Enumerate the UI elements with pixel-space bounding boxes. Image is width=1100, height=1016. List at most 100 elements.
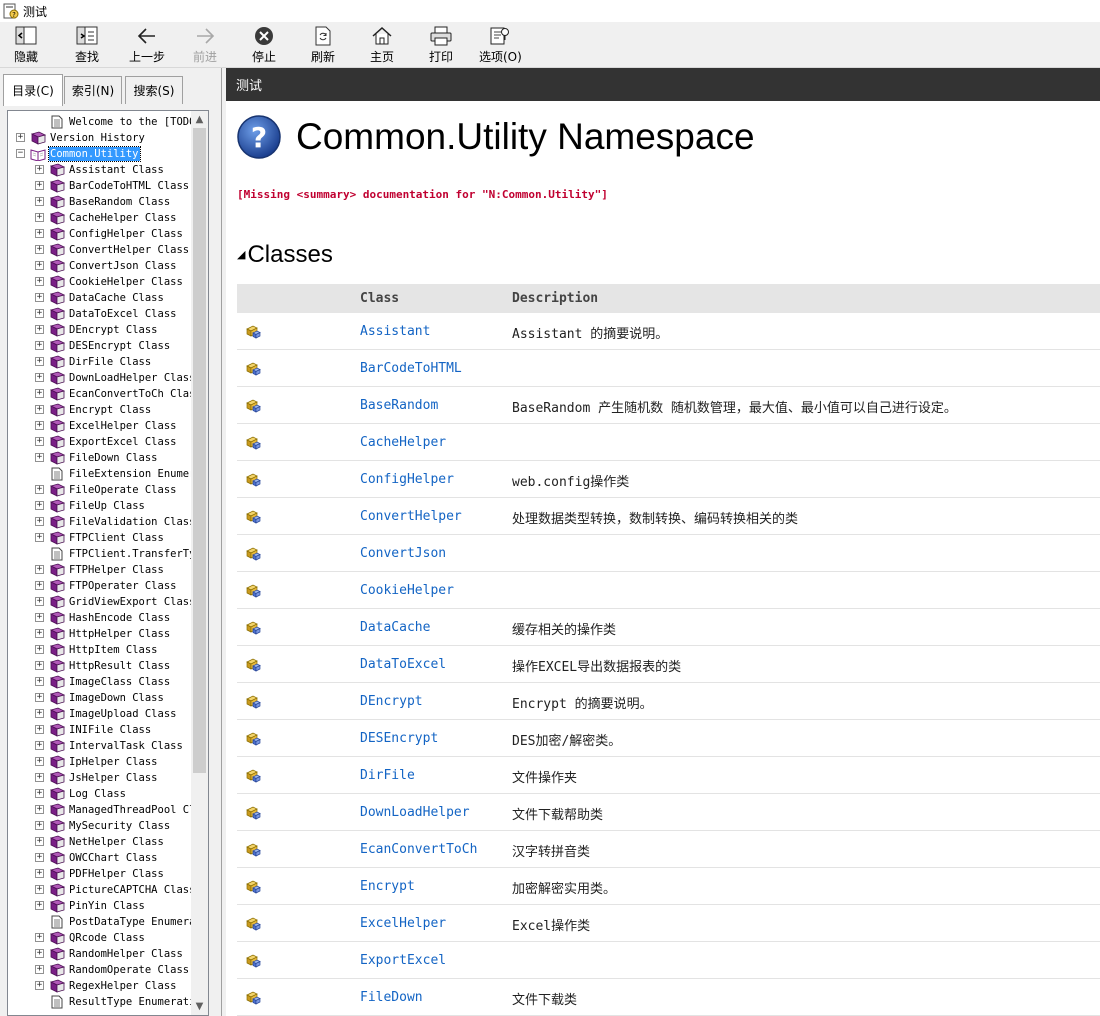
expand-node-icon[interactable]: +	[35, 165, 44, 174]
expand-node-icon[interactable]: +	[35, 181, 44, 190]
expand-node-icon[interactable]: +	[35, 677, 44, 686]
expand-node-icon[interactable]: +	[35, 933, 44, 942]
class-link[interactable]: EcanConvertToCh	[360, 842, 477, 857]
expand-node-icon[interactable]: +	[35, 357, 44, 366]
expand-node-icon[interactable]: +	[35, 597, 44, 606]
expand-node-icon[interactable]: +	[35, 261, 44, 270]
class-link[interactable]: DataCache	[360, 620, 430, 635]
tree-item[interactable]: + ImageDown Class	[8, 690, 192, 706]
expand-node-icon[interactable]: +	[35, 757, 44, 766]
tree-item[interactable]: + DataCache Class	[8, 290, 192, 306]
class-link[interactable]: Encrypt	[360, 879, 415, 894]
forward-button[interactable]: 前进	[193, 25, 217, 65]
locate-button[interactable]: 查找	[75, 25, 99, 65]
tree-item[interactable]: + FileDown Class	[8, 450, 192, 466]
expand-node-icon[interactable]: +	[35, 501, 44, 510]
tree-item[interactable]: − Common.Utility	[8, 146, 192, 162]
print-button[interactable]: 打印	[429, 25, 453, 65]
tree-item[interactable]: Welcome to the [TODO: A	[8, 114, 192, 130]
scrollbar-thumb[interactable]	[193, 128, 206, 773]
scroll-down-arrow-icon[interactable]: ▼	[191, 998, 208, 1015]
tree-item[interactable]: + DownLoadHelper Class	[8, 370, 192, 386]
expand-node-icon[interactable]: +	[35, 325, 44, 334]
class-link[interactable]: ExcelHelper	[360, 916, 446, 931]
class-link[interactable]: DataToExcel	[360, 657, 446, 672]
expand-node-icon[interactable]: +	[35, 693, 44, 702]
expand-node-icon[interactable]: +	[35, 517, 44, 526]
tree-item[interactable]: + HashEncode Class	[8, 610, 192, 626]
tree-item[interactable]: + IntervalTask Class	[8, 738, 192, 754]
expand-node-icon[interactable]: +	[35, 581, 44, 590]
expand-node-icon[interactable]: +	[35, 661, 44, 670]
expand-node-icon[interactable]: +	[35, 389, 44, 398]
expand-node-icon[interactable]: +	[35, 645, 44, 654]
stop-button[interactable]: 停止	[252, 25, 276, 65]
expand-node-icon[interactable]: +	[35, 405, 44, 414]
expand-node-icon[interactable]: +	[35, 821, 44, 830]
expand-node-icon[interactable]: +	[35, 837, 44, 846]
expand-node-icon[interactable]: +	[35, 341, 44, 350]
expand-node-icon[interactable]: +	[35, 725, 44, 734]
tree-item[interactable]: + HttpResult Class	[8, 658, 192, 674]
tree-item[interactable]: + Encrypt Class	[8, 402, 192, 418]
tree-item[interactable]: + RegexHelper Class	[8, 978, 192, 994]
tree-item[interactable]: + ImageClass Class	[8, 674, 192, 690]
tree-item[interactable]: + PDFHelper Class	[8, 866, 192, 882]
tree-item[interactable]: + ManagedThreadPool Cl	[8, 802, 192, 818]
tree-item[interactable]: + JsHelper Class	[8, 770, 192, 786]
expand-node-icon[interactable]: +	[35, 709, 44, 718]
tree-item[interactable]: + EcanConvertToCh Clas	[8, 386, 192, 402]
tree-item[interactable]: FileExtension Enumer	[8, 466, 192, 482]
class-link[interactable]: BarCodeToHTML	[360, 361, 462, 376]
scroll-up-arrow-icon[interactable]: ▲	[191, 111, 208, 128]
expand-node-icon[interactable]: +	[16, 133, 25, 142]
tree-item[interactable]: + NetHelper Class	[8, 834, 192, 850]
class-link[interactable]: CacheHelper	[360, 435, 446, 450]
tree-item[interactable]: + ConvertJson Class	[8, 258, 192, 274]
expand-node-icon[interactable]: +	[35, 869, 44, 878]
tree-item[interactable]: + Log Class	[8, 786, 192, 802]
class-link[interactable]: Assistant	[360, 324, 430, 339]
expand-node-icon[interactable]: +	[35, 421, 44, 430]
expand-node-icon[interactable]: +	[35, 277, 44, 286]
expand-node-icon[interactable]: +	[35, 805, 44, 814]
tree-item[interactable]: + PictureCAPTCHA Class	[8, 882, 192, 898]
class-link[interactable]: FileDown	[360, 990, 423, 1005]
class-link[interactable]: DownLoadHelper	[360, 805, 470, 820]
tree-item[interactable]: FTPClient.TransferTy	[8, 546, 192, 562]
tree-item[interactable]: + BaseRandom Class	[8, 194, 192, 210]
tree-item[interactable]: + FileOperate Class	[8, 482, 192, 498]
options-button[interactable]: 选项(O)	[479, 25, 522, 65]
tree-item[interactable]: + ExportExcel Class	[8, 434, 192, 450]
collapse-node-icon[interactable]: −	[16, 149, 25, 158]
tree-item[interactable]: + IpHelper Class	[8, 754, 192, 770]
tree-item[interactable]: + CookieHelper Class	[8, 274, 192, 290]
tree-item[interactable]: + Assistant Class	[8, 162, 192, 178]
tree-item[interactable]: + FTPClient Class	[8, 530, 192, 546]
expand-node-icon[interactable]: +	[35, 485, 44, 494]
tree-item[interactable]: + DirFile Class	[8, 354, 192, 370]
home-button[interactable]: 主页	[370, 25, 394, 65]
tree-item[interactable]: + ImageUpload Class	[8, 706, 192, 722]
class-link[interactable]: DESEncrypt	[360, 731, 438, 746]
tree-item[interactable]: + CacheHelper Class	[8, 210, 192, 226]
class-link[interactable]: DEncrypt	[360, 694, 423, 709]
tab-search[interactable]: 搜索(S)	[125, 76, 183, 104]
tree-item[interactable]: + FTPHelper Class	[8, 562, 192, 578]
tree-item[interactable]: + FileValidation Class	[8, 514, 192, 530]
tree-item[interactable]: + RandomHelper Class	[8, 946, 192, 962]
tree-item[interactable]: + GridViewExport Class	[8, 594, 192, 610]
expand-node-icon[interactable]: +	[35, 789, 44, 798]
expand-node-icon[interactable]: +	[35, 229, 44, 238]
tree-item[interactable]: + DESEncrypt Class	[8, 338, 192, 354]
tree-item[interactable]: ResultType Enumerati	[8, 994, 192, 1010]
expand-node-icon[interactable]: +	[35, 629, 44, 638]
expand-node-icon[interactable]: +	[35, 309, 44, 318]
back-button[interactable]: 上一步	[129, 25, 165, 65]
tree-item[interactable]: + Version History	[8, 130, 192, 146]
refresh-button[interactable]: 刷新	[311, 25, 335, 65]
tree-item[interactable]: + RandomOperate Class	[8, 962, 192, 978]
tree-item[interactable]: + BarCodeToHTML Class	[8, 178, 192, 194]
class-link[interactable]: CookieHelper	[360, 583, 454, 598]
expand-node-icon[interactable]: +	[35, 245, 44, 254]
